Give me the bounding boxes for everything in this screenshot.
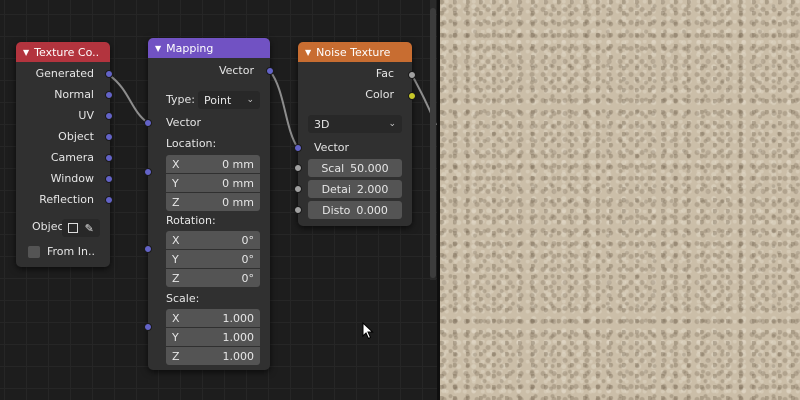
socket-vector-in[interactable] xyxy=(144,119,152,127)
socket-normal[interactable] xyxy=(105,91,113,99)
scale-x-field[interactable]: X 1.000 xyxy=(166,309,260,327)
output-reflection: Reflection xyxy=(39,193,94,206)
socket-object[interactable] xyxy=(105,133,113,141)
output-normal: Normal xyxy=(54,88,94,101)
texture-preview-viewport[interactable] xyxy=(440,0,800,400)
distortion-label: Disto xyxy=(322,203,351,217)
scale-z-field[interactable]: Z 1.000 xyxy=(166,347,260,365)
scale-value: 50.000 xyxy=(350,161,389,175)
link-mapping-to-noise xyxy=(269,70,299,149)
scale-label: Scal xyxy=(321,161,345,175)
mapping-node[interactable]: ▼ Mapping Vector Type: Point ⌄ Vector Lo… xyxy=(144,38,274,370)
distortion-value: 0.000 xyxy=(356,203,388,217)
scale-y-field[interactable]: Y 1.000 xyxy=(166,328,260,346)
distortion-field[interactable]: Disto 0.000 xyxy=(308,201,402,219)
output-vector-label: Vector xyxy=(218,64,254,77)
link-generated-to-mapping xyxy=(108,74,149,124)
chevron-down-icon[interactable]: ▼ xyxy=(305,48,311,57)
node-header[interactable]: ▼ Texture Co.. xyxy=(16,42,110,62)
type-label: Type: xyxy=(166,93,195,106)
socket-color-out[interactable] xyxy=(408,92,416,100)
object-icon[interactable] xyxy=(68,223,79,233)
socket-rotation-in[interactable] xyxy=(144,245,152,253)
chevron-down-icon: ⌄ xyxy=(388,119,396,129)
from-instancer-checkbox[interactable] xyxy=(28,246,40,258)
rotation-y-field[interactable]: Y 0° xyxy=(166,250,260,268)
texture-coordinate-node[interactable]: ▼ Texture Co.. Generated Normal UV Objec… xyxy=(16,42,113,267)
location-y-field[interactable]: Y0 mm xyxy=(166,174,260,192)
socket-vector-in[interactable] xyxy=(294,144,302,152)
output-uv: UV xyxy=(78,109,94,122)
rotation-label: Rotation: xyxy=(166,214,216,227)
location-label: Location: xyxy=(166,137,217,150)
detail-label: Detai xyxy=(321,182,351,196)
socket-scale-in[interactable] xyxy=(144,323,152,331)
output-window: Window xyxy=(50,172,94,185)
chevron-down-icon: ⌄ xyxy=(246,95,254,105)
socket-generated[interactable] xyxy=(105,70,113,78)
output-camera: Camera xyxy=(50,151,94,164)
output-color-label: Color xyxy=(365,88,394,101)
output-fac-label: Fac xyxy=(375,67,394,80)
node-header[interactable]: ▼ Noise Texture xyxy=(298,42,412,62)
socket-window[interactable] xyxy=(105,175,113,183)
node-header[interactable]: ▼ Mapping xyxy=(148,38,270,58)
socket-reflection[interactable] xyxy=(105,196,113,204)
output-generated: Generated xyxy=(35,67,94,80)
location-x-field[interactable]: X0 mm xyxy=(166,155,260,173)
detail-field[interactable]: Detai 2.000 xyxy=(308,180,402,198)
object-label: Objec xyxy=(32,220,64,233)
eyedropper-icon[interactable]: ✎ xyxy=(85,222,94,235)
type-value: Point xyxy=(204,93,232,107)
detail-value: 2.000 xyxy=(356,182,389,196)
socket-fac-out[interactable] xyxy=(408,71,416,79)
socket-camera[interactable] xyxy=(105,154,113,162)
scale-field[interactable]: Scal 50.000 xyxy=(308,159,402,177)
socket-vector-out[interactable] xyxy=(266,67,274,75)
dimensions-value: 3D xyxy=(314,117,330,131)
vector-input-label: Vector xyxy=(166,116,202,129)
scrollbar-thumb[interactable] xyxy=(430,8,436,278)
rotation-z-field[interactable]: Z 0° xyxy=(166,269,260,287)
node-editor[interactable]: ▼ Texture Co.. Generated Normal UV Objec… xyxy=(0,0,440,400)
socket-detail-in[interactable] xyxy=(294,185,302,193)
node-title: Mapping xyxy=(166,41,214,55)
scale-label: Scale: xyxy=(166,292,200,305)
rotation-x-field[interactable]: X 0° xyxy=(166,231,260,249)
noise-texture-node[interactable]: ▼ Noise Texture Fac Color 3D ⌄ Vector Sc… xyxy=(294,42,416,226)
socket-distortion-in[interactable] xyxy=(294,206,302,214)
object-picker[interactable]: ✎ xyxy=(62,219,100,237)
node-title: Noise Texture xyxy=(316,45,391,59)
rotation-fields: X 0° Y 0° Z 0° xyxy=(166,231,260,287)
socket-uv[interactable] xyxy=(105,112,113,120)
location-z-field[interactable]: Z0 mm xyxy=(166,193,260,211)
type-dropdown[interactable]: Point ⌄ xyxy=(198,91,260,109)
scale-fields: X 1.000 Y 1.000 Z 1.000 xyxy=(166,309,260,365)
dimensions-dropdown[interactable]: 3D ⌄ xyxy=(308,115,402,133)
mouse-pointer-icon xyxy=(362,322,374,340)
chevron-down-icon[interactable]: ▼ xyxy=(23,48,29,57)
output-object: Object xyxy=(58,130,94,143)
location-fields: X0 mm Y0 mm Z0 mm xyxy=(166,155,260,211)
vector-input-label: Vector xyxy=(314,141,350,154)
chevron-down-icon[interactable]: ▼ xyxy=(155,44,161,53)
socket-scale-in[interactable] xyxy=(294,164,302,172)
from-instancer-label: From In.. xyxy=(47,245,95,258)
node-title: Texture Co.. xyxy=(34,45,100,59)
socket-location-in[interactable] xyxy=(144,168,152,176)
